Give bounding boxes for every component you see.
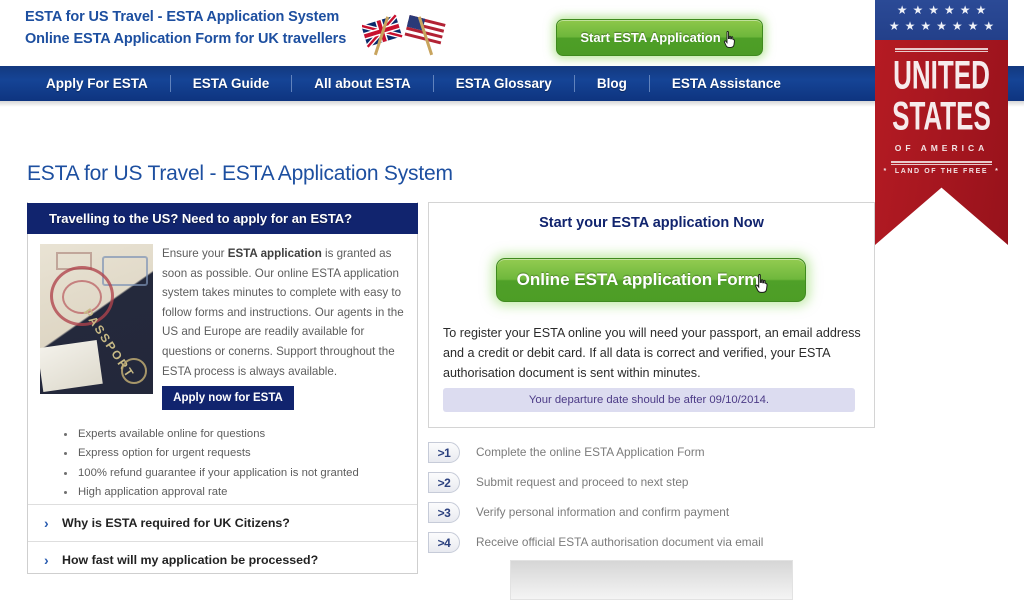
step-row: >3 Verify personal information and confi… bbox=[428, 502, 878, 532]
banner-rule bbox=[891, 164, 992, 165]
list-item: 100% refund guarantee if your applicatio… bbox=[60, 464, 400, 483]
step-row: >2 Submit request and proceed to next st… bbox=[428, 472, 878, 502]
star-icon: ★ bbox=[936, 19, 947, 33]
accordion-item-how-fast-processed[interactable]: › How fast will my application be proces… bbox=[28, 541, 417, 578]
star-icon: ★ bbox=[951, 19, 963, 33]
step-text: Complete the online ESTA Application For… bbox=[476, 445, 705, 459]
step-number-badge: >2 bbox=[428, 472, 460, 493]
star-icon: ★ bbox=[888, 19, 900, 33]
step-row: >4 Receive official ESTA authorisation d… bbox=[428, 532, 878, 562]
star-icon: ★ bbox=[896, 3, 908, 17]
passport-seal-icon bbox=[121, 358, 147, 384]
right-card-paragraph: To register your ESTA online you will ne… bbox=[443, 326, 861, 380]
united-states-banner: ★ ★ ★ ★ ★ ★ ★ ★ ★ ★ ★ ★ ★ UNITED STATES bbox=[875, 0, 1008, 284]
nav-item-blog[interactable]: Blog bbox=[575, 66, 649, 101]
step-text: Receive official ESTA authorisation docu… bbox=[476, 535, 764, 549]
star-icon: ★ bbox=[912, 3, 924, 17]
passport-stamp bbox=[62, 280, 102, 314]
departure-date-notice: Your departure date should be after 09/1… bbox=[443, 388, 855, 412]
star-icon: ★ bbox=[904, 19, 916, 33]
nav-item-esta-assistance[interactable]: ESTA Assistance bbox=[650, 66, 803, 101]
main-navigation: Apply For ESTA ESTA Guide All about ESTA… bbox=[0, 66, 1024, 101]
banner-rule bbox=[895, 48, 988, 50]
brand-line-2: Online ESTA Application Form for UK trav… bbox=[25, 31, 347, 47]
accordion-label: How fast will my application be processe… bbox=[62, 553, 319, 567]
chevron-right-icon: › bbox=[44, 515, 49, 531]
step-number-badge: >1 bbox=[428, 442, 460, 463]
faq-accordion: › Why is ESTA required for UK Citizens? … bbox=[28, 504, 417, 578]
apply-now-for-esta-button[interactable]: Apply now for ESTA bbox=[162, 386, 294, 410]
nav-divider bbox=[169, 75, 171, 92]
star-icon: ★ bbox=[975, 3, 987, 17]
banner-stars: ★ ★ ★ ★ ★ ★ ★ ★ ★ ★ ★ ★ ★ bbox=[875, 3, 1008, 35]
step-number-badge: >4 bbox=[428, 532, 460, 553]
list-item: High application approval rate bbox=[60, 483, 400, 502]
start-esta-application-button[interactable]: Start ESTA Application bbox=[556, 19, 763, 56]
nav-divider bbox=[573, 75, 575, 92]
list-item: Express option for urgent requests bbox=[60, 444, 400, 463]
banner-of-america-text: OF AMERICA bbox=[894, 143, 989, 153]
step-text: Verify personal information and confirm … bbox=[476, 505, 730, 519]
left-card-body: Ensure your ESTA application is granted … bbox=[162, 247, 404, 378]
nav-item-esta-guide[interactable]: ESTA Guide bbox=[171, 66, 292, 101]
page-root: ESTA for US Travel - ESTA Application Sy… bbox=[0, 0, 1024, 600]
banner-states-text: STATES bbox=[892, 92, 991, 139]
star-icon: ★ bbox=[967, 19, 979, 33]
nav-drop-shadow bbox=[0, 101, 1024, 107]
uk-us-crossed-flags-icon bbox=[362, 13, 446, 56]
nav-item-apply-for-esta[interactable]: Apply For ESTA bbox=[24, 66, 170, 101]
star-row-2: ★ ★ ★ ★ ★ ★ ★ bbox=[875, 19, 1008, 33]
page-title: ESTA for US Travel - ESTA Application Sy… bbox=[27, 162, 453, 185]
accordion-label: Why is ESTA required for UK Citizens? bbox=[62, 516, 290, 530]
below-fold-panel bbox=[510, 560, 793, 600]
nav-divider bbox=[432, 75, 434, 92]
nav-divider bbox=[291, 75, 293, 92]
brand-line-1: ESTA for US Travel - ESTA Application Sy… bbox=[25, 9, 340, 25]
star-row-1: ★ ★ ★ ★ ★ ★ bbox=[875, 3, 1008, 17]
star-icon: ★ bbox=[944, 3, 955, 17]
list-item: Experts available online for questions bbox=[60, 425, 400, 444]
passport-paper bbox=[40, 340, 103, 392]
banner-rule bbox=[891, 161, 992, 163]
left-card-heading: Travelling to the US? Need to apply for … bbox=[27, 203, 418, 234]
nav-divider bbox=[648, 75, 650, 92]
application-steps-list: >1 Complete the online ESTA Application … bbox=[428, 442, 878, 562]
star-icon: ★ bbox=[959, 3, 971, 17]
start-esta-application-label: Start ESTA Application bbox=[580, 30, 721, 45]
online-esta-application-form-button[interactable]: Online ESTA application Form bbox=[496, 258, 806, 302]
passport-photo: PASSPORT bbox=[40, 244, 153, 394]
star-icon: ★ bbox=[983, 19, 995, 33]
banner-united-text: UNITED bbox=[893, 51, 990, 98]
step-row: >1 Complete the online ESTA Application … bbox=[428, 442, 878, 472]
nav-item-all-about-esta[interactable]: All about ESTA bbox=[292, 66, 433, 101]
star-icon: ★ bbox=[920, 19, 932, 33]
chevron-right-icon: › bbox=[44, 552, 49, 568]
feature-list: Experts available online for questions E… bbox=[60, 425, 400, 502]
right-card-title: Start your ESTA application Now bbox=[539, 215, 764, 231]
banner-text-block: UNITED STATES OF AMERICA * LAND OF THE FR… bbox=[875, 40, 1008, 175]
banner-land-of-the-free-text: * LAND OF THE FREE * bbox=[883, 168, 1000, 175]
site-header: ESTA for US Travel - ESTA Application Sy… bbox=[0, 0, 1024, 66]
nav-item-esta-glossary[interactable]: ESTA Glossary bbox=[434, 66, 574, 101]
step-text: Submit request and proceed to next step bbox=[476, 475, 689, 489]
step-number-badge: >3 bbox=[428, 502, 460, 523]
brand-block[interactable]: ESTA for US Travel - ESTA Application Sy… bbox=[25, 6, 346, 50]
accordion-item-why-esta-required[interactable]: › Why is ESTA required for UK Citizens? bbox=[28, 504, 417, 541]
online-esta-form-label: Online ESTA application Form bbox=[516, 270, 760, 289]
star-icon: ★ bbox=[928, 3, 939, 17]
